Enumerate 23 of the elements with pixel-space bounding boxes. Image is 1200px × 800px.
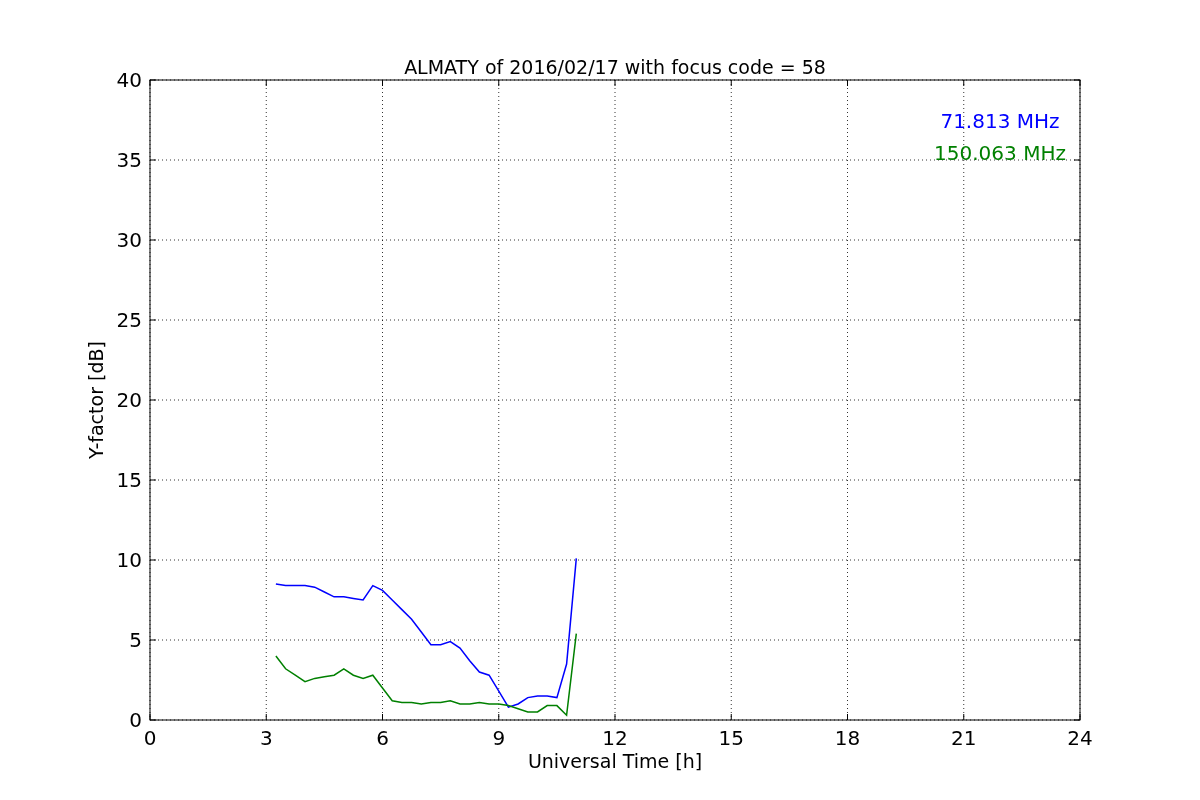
y-tick-label: 10 [116,548,142,572]
x-tick-label: 12 [602,726,628,750]
y-tick-label: 35 [116,148,142,172]
legend-label: 150.063 MHz [934,141,1066,165]
y-tick-label: 0 [129,708,142,732]
x-tick-label: 0 [143,726,157,750]
x-axis-label: Universal Time [h] [527,750,703,772]
x-tick-label: 15 [718,726,744,750]
x-tick-label: 6 [376,726,389,750]
y-tick-label: 25 [116,308,142,332]
x-tick-label: 9 [492,726,506,750]
y-tick-label: 40 [116,68,142,92]
y-axis-label: Y-factor [dB] [85,341,107,459]
y-tick-label: 30 [116,228,142,252]
y-tick-label: 5 [129,628,142,652]
y-tick-label: 20 [116,388,142,412]
legend-label: 71.813 MHz [940,109,1060,133]
x-tick-label: 24 [1067,726,1093,750]
x-tick-label: 21 [951,726,977,750]
y-tick-label: 15 [116,468,142,492]
x-tick-label: 18 [834,726,861,750]
x-tick-label: 3 [259,726,273,750]
chart-title: ALMATY of 2016/02/17 with focus code = 58 [404,56,826,78]
